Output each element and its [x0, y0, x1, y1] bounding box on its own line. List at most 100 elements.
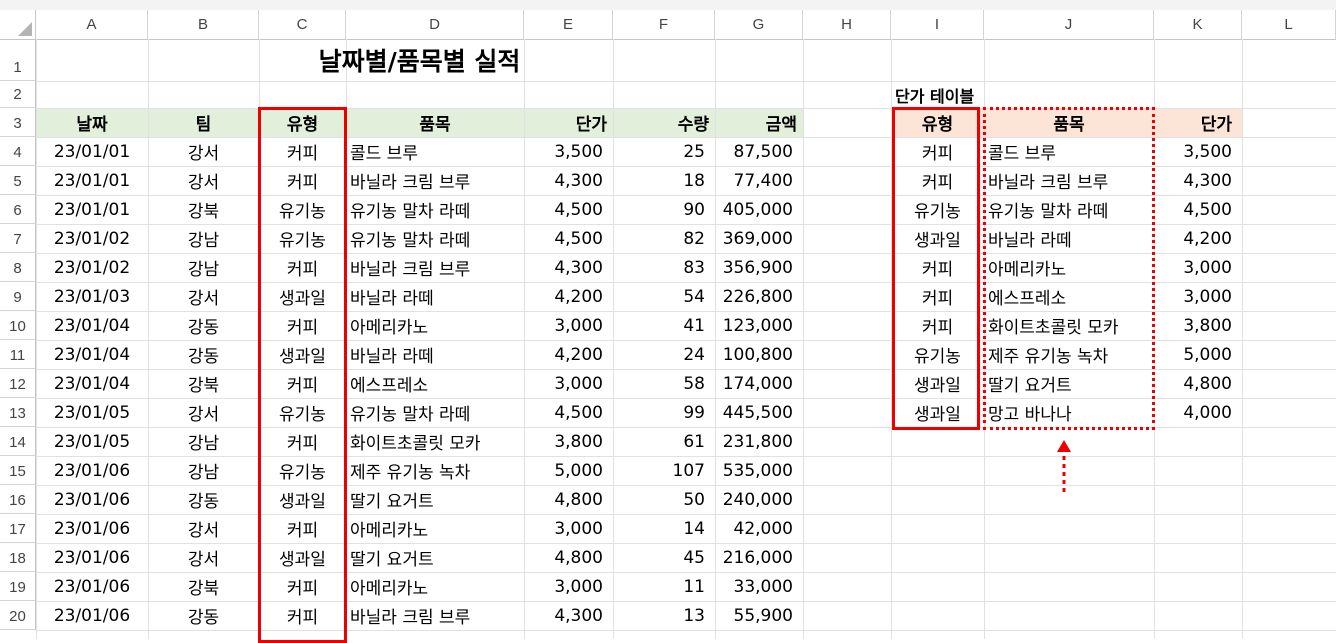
main-data-cell[interactable]: 콜드 브루: [346, 137, 524, 166]
main-data-cell[interactable]: 23/01/06: [36, 485, 148, 514]
main-data-cell[interactable]: 11: [613, 572, 715, 601]
main-data-cell[interactable]: 14: [613, 514, 715, 543]
main-data-cell[interactable]: 유기농 말차 라떼: [346, 398, 524, 427]
main-data-cell[interactable]: 100,800: [715, 340, 803, 369]
main-data-cell[interactable]: 405,000: [715, 195, 803, 224]
column-header-c[interactable]: C: [259, 10, 346, 39]
main-data-cell[interactable]: 54: [613, 282, 715, 311]
main-data-cell[interactable]: 23/01/06: [36, 543, 148, 572]
main-data-cell[interactable]: 4,500: [524, 195, 613, 224]
main-data-cell[interactable]: 23/01/04: [36, 311, 148, 340]
main-data-cell[interactable]: 3,000: [524, 311, 613, 340]
main-data-cell[interactable]: 23/01/05: [36, 427, 148, 456]
row-header-11[interactable]: 11: [0, 340, 36, 369]
main-data-cell[interactable]: 3,000: [524, 369, 613, 398]
row-header-14[interactable]: 14: [0, 427, 36, 456]
row-header-12[interactable]: 12: [0, 369, 36, 398]
main-data-cell[interactable]: 23/01/01: [36, 166, 148, 195]
row-header-9[interactable]: 9: [0, 282, 36, 311]
main-data-cell[interactable]: 강북: [148, 195, 259, 224]
main-data-cell[interactable]: 25: [613, 137, 715, 166]
row-header-5[interactable]: 5: [0, 166, 36, 195]
main-data-cell[interactable]: 강남: [148, 253, 259, 282]
main-header-cell[interactable]: 금액: [715, 108, 803, 137]
main-data-cell[interactable]: 23/01/01: [36, 195, 148, 224]
price-data-cell[interactable]: 3,000: [1154, 282, 1242, 311]
main-data-cell[interactable]: 4,200: [524, 340, 613, 369]
column-header-j[interactable]: J: [984, 10, 1154, 39]
main-data-cell[interactable]: 87,500: [715, 137, 803, 166]
main-data-cell[interactable]: 강동: [148, 311, 259, 340]
main-data-cell[interactable]: 5,000: [524, 456, 613, 485]
main-data-cell[interactable]: 에스프레소: [346, 369, 524, 398]
row-header-10[interactable]: 10: [0, 311, 36, 340]
main-data-cell[interactable]: 아메리카노: [346, 311, 524, 340]
main-data-cell[interactable]: 240,000: [715, 485, 803, 514]
spreadsheet-grid[interactable]: A B C D E F G H I J K L 1 2 3 4 5 6 7 8 9 10 11 12 13 14 15 16 17 18 1…: [0, 0, 1336, 643]
row-header-15[interactable]: 15: [0, 456, 36, 485]
row-header-2[interactable]: 2: [0, 81, 36, 108]
main-data-cell[interactable]: 강북: [148, 369, 259, 398]
main-data-cell[interactable]: 82: [613, 224, 715, 253]
column-header-a[interactable]: A: [36, 10, 148, 39]
main-data-cell[interactable]: 50: [613, 485, 715, 514]
main-header-cell[interactable]: 날짜: [36, 108, 148, 137]
price-data-cell[interactable]: 3,800: [1154, 311, 1242, 340]
column-header-e[interactable]: E: [524, 10, 613, 39]
main-data-cell[interactable]: 83: [613, 253, 715, 282]
main-data-cell[interactable]: 강서: [148, 166, 259, 195]
main-data-cell[interactable]: 13: [613, 601, 715, 630]
main-data-cell[interactable]: 딸기 요거트: [346, 543, 524, 572]
main-data-cell[interactable]: 174,000: [715, 369, 803, 398]
main-data-cell[interactable]: 강남: [148, 427, 259, 456]
main-data-cell[interactable]: 유기농 말차 라떼: [346, 195, 524, 224]
main-data-cell[interactable]: 61: [613, 427, 715, 456]
row-header-19[interactable]: 19: [0, 572, 36, 601]
main-data-cell[interactable]: 24: [613, 340, 715, 369]
main-data-cell[interactable]: 바닐라 크림 브루: [346, 166, 524, 195]
main-data-cell[interactable]: 55,900: [715, 601, 803, 630]
main-data-cell[interactable]: 3,500: [524, 137, 613, 166]
row-header-1[interactable]: 1: [0, 39, 36, 81]
column-header-i[interactable]: I: [891, 10, 984, 39]
main-data-cell[interactable]: 아메리카노: [346, 514, 524, 543]
main-data-cell[interactable]: 369,000: [715, 224, 803, 253]
main-data-cell[interactable]: 107: [613, 456, 715, 485]
main-data-cell[interactable]: 23/01/06: [36, 456, 148, 485]
main-data-cell[interactable]: 226,800: [715, 282, 803, 311]
main-data-cell[interactable]: 23/01/05: [36, 398, 148, 427]
main-data-cell[interactable]: 23/01/03: [36, 282, 148, 311]
column-header-f[interactable]: F: [613, 10, 715, 39]
column-header-l[interactable]: L: [1242, 10, 1336, 39]
main-data-cell[interactable]: 33,000: [715, 572, 803, 601]
main-data-cell[interactable]: 23/01/01: [36, 137, 148, 166]
price-data-cell[interactable]: 3,000: [1154, 253, 1242, 282]
main-header-cell[interactable]: 단가: [524, 108, 613, 137]
row-header-18[interactable]: 18: [0, 543, 36, 572]
main-data-cell[interactable]: 77,400: [715, 166, 803, 195]
main-data-cell[interactable]: 바닐라 라떼: [346, 340, 524, 369]
main-data-cell[interactable]: 23/01/02: [36, 224, 148, 253]
main-header-cell[interactable]: 품목: [346, 108, 524, 137]
column-header-h[interactable]: H: [803, 10, 891, 39]
main-data-cell[interactable]: 3,000: [524, 572, 613, 601]
row-header-17[interactable]: 17: [0, 514, 36, 543]
main-data-cell[interactable]: 23/01/02: [36, 253, 148, 282]
main-data-cell[interactable]: 4,200: [524, 282, 613, 311]
main-data-cell[interactable]: 바닐라 크림 브루: [346, 253, 524, 282]
row-header-3[interactable]: 3: [0, 108, 36, 137]
main-data-cell[interactable]: 강남: [148, 224, 259, 253]
main-data-cell[interactable]: 강남: [148, 456, 259, 485]
main-data-cell[interactable]: 제주 유기농 녹차: [346, 456, 524, 485]
price-data-cell[interactable]: 4,200: [1154, 224, 1242, 253]
column-header-g[interactable]: G: [715, 10, 803, 39]
main-data-cell[interactable]: 강북: [148, 572, 259, 601]
main-data-cell[interactable]: 아메리카노: [346, 572, 524, 601]
main-data-cell[interactable]: 23/01/06: [36, 601, 148, 630]
select-all-corner[interactable]: [0, 10, 36, 39]
main-data-cell[interactable]: 216,000: [715, 543, 803, 572]
column-header-b[interactable]: B: [148, 10, 259, 39]
main-data-cell[interactable]: 23/01/06: [36, 572, 148, 601]
main-data-cell[interactable]: 123,000: [715, 311, 803, 340]
main-data-cell[interactable]: 4,500: [524, 398, 613, 427]
